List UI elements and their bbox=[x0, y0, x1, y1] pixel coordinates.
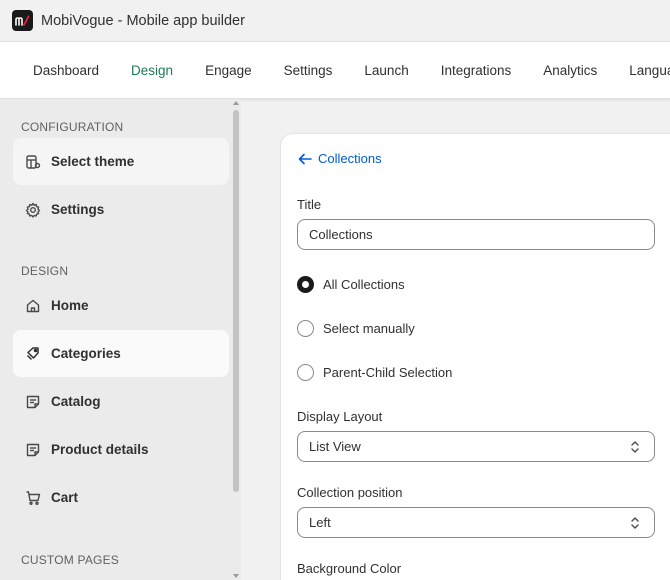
tag-icon bbox=[25, 346, 41, 362]
sidebar-item-settings[interactable]: Settings bbox=[13, 186, 229, 233]
logo-mark-icon bbox=[15, 15, 30, 26]
sidebar-item-product-details[interactable]: Product details bbox=[13, 426, 229, 473]
radio-unchecked[interactable] bbox=[297, 364, 314, 381]
back-link[interactable]: Collections bbox=[298, 151, 382, 166]
app-logo bbox=[12, 10, 33, 31]
product-details-icon bbox=[25, 442, 41, 458]
sidebar-item-home[interactable]: Home bbox=[13, 282, 229, 329]
catalog-icon bbox=[25, 394, 41, 410]
nav-settings[interactable]: Settings bbox=[284, 63, 333, 78]
collection-position-select[interactable]: Left bbox=[297, 507, 655, 538]
display-layout-select[interactable]: List View bbox=[297, 431, 655, 462]
nav-integrations[interactable]: Integrations bbox=[441, 63, 512, 78]
radio-select-manually[interactable]: Select manually bbox=[297, 320, 415, 337]
radio-parent-child-selection[interactable]: Parent-Child Selection bbox=[297, 364, 452, 381]
select-chevron-icon bbox=[628, 439, 642, 455]
sidebar-item-cart[interactable]: Cart bbox=[13, 474, 229, 521]
background-color-label: Background Color bbox=[297, 561, 402, 576]
display-layout-value: List View bbox=[309, 439, 361, 454]
title-field-label: Title bbox=[297, 197, 322, 212]
nav-dashboard[interactable]: Dashboard bbox=[33, 63, 99, 78]
scrollbar-thumb[interactable] bbox=[233, 110, 239, 492]
arrow-left-icon bbox=[298, 153, 312, 165]
radio-label: All Collections bbox=[323, 277, 405, 292]
sidebar-item-select-theme[interactable]: Select theme bbox=[13, 138, 229, 185]
sidebar-item-categories[interactable]: Categories bbox=[13, 330, 229, 377]
home-icon bbox=[25, 298, 41, 314]
radio-all-collections[interactable]: All Collections bbox=[297, 276, 405, 293]
back-link-label: Collections bbox=[318, 151, 382, 166]
collection-position-value: Left bbox=[309, 515, 331, 530]
radio-label: Select manually bbox=[323, 321, 415, 336]
sidebar-item-label: Product details bbox=[51, 442, 149, 457]
nav-launch[interactable]: Launch bbox=[364, 63, 408, 78]
sidebar-item-label: Catalog bbox=[51, 394, 101, 409]
theme-icon bbox=[25, 154, 41, 170]
sidebar-item-label: Settings bbox=[51, 202, 105, 217]
nav-analytics[interactable]: Analytics bbox=[543, 63, 597, 78]
sidebar: CONFIGURATION Select theme Settings DESI… bbox=[0, 99, 241, 580]
scroll-down-arrow-icon[interactable] bbox=[233, 574, 239, 578]
collection-position-label: Collection position bbox=[297, 485, 403, 500]
radio-label: Parent-Child Selection bbox=[323, 365, 453, 380]
nav-engage[interactable]: Engage bbox=[205, 63, 252, 78]
gear-icon bbox=[25, 202, 41, 218]
title-input[interactable] bbox=[297, 219, 655, 250]
title-bar: MobiVogue - Mobile app builder bbox=[0, 0, 670, 42]
sidebar-item-label: Categories bbox=[51, 346, 121, 361]
radio-checked[interactable] bbox=[297, 276, 314, 293]
nav-design[interactable]: Design bbox=[131, 63, 173, 78]
sidebar-scrollbar[interactable] bbox=[231, 99, 241, 580]
section-label-configuration: CONFIGURATION bbox=[21, 120, 124, 134]
display-layout-label: Display Layout bbox=[297, 409, 383, 424]
section-label-design: DESIGN bbox=[21, 264, 69, 278]
app-title: MobiVogue - Mobile app builder bbox=[41, 12, 245, 29]
scroll-up-arrow-icon[interactable] bbox=[233, 101, 239, 105]
cart-icon bbox=[25, 490, 41, 506]
top-nav: Dashboard Design Engage Settings Launch … bbox=[0, 42, 670, 99]
sidebar-item-label: Home bbox=[51, 298, 89, 313]
sidebar-item-label: Cart bbox=[51, 490, 79, 505]
sidebar-item-label: Select theme bbox=[51, 154, 135, 169]
section-label-custom-pages: CUSTOM PAGES bbox=[21, 553, 119, 567]
select-chevron-icon bbox=[628, 515, 642, 531]
radio-unchecked[interactable] bbox=[297, 320, 314, 337]
nav-language[interactable]: Language bbox=[629, 63, 670, 78]
sidebar-item-catalog[interactable]: Catalog bbox=[13, 378, 229, 425]
